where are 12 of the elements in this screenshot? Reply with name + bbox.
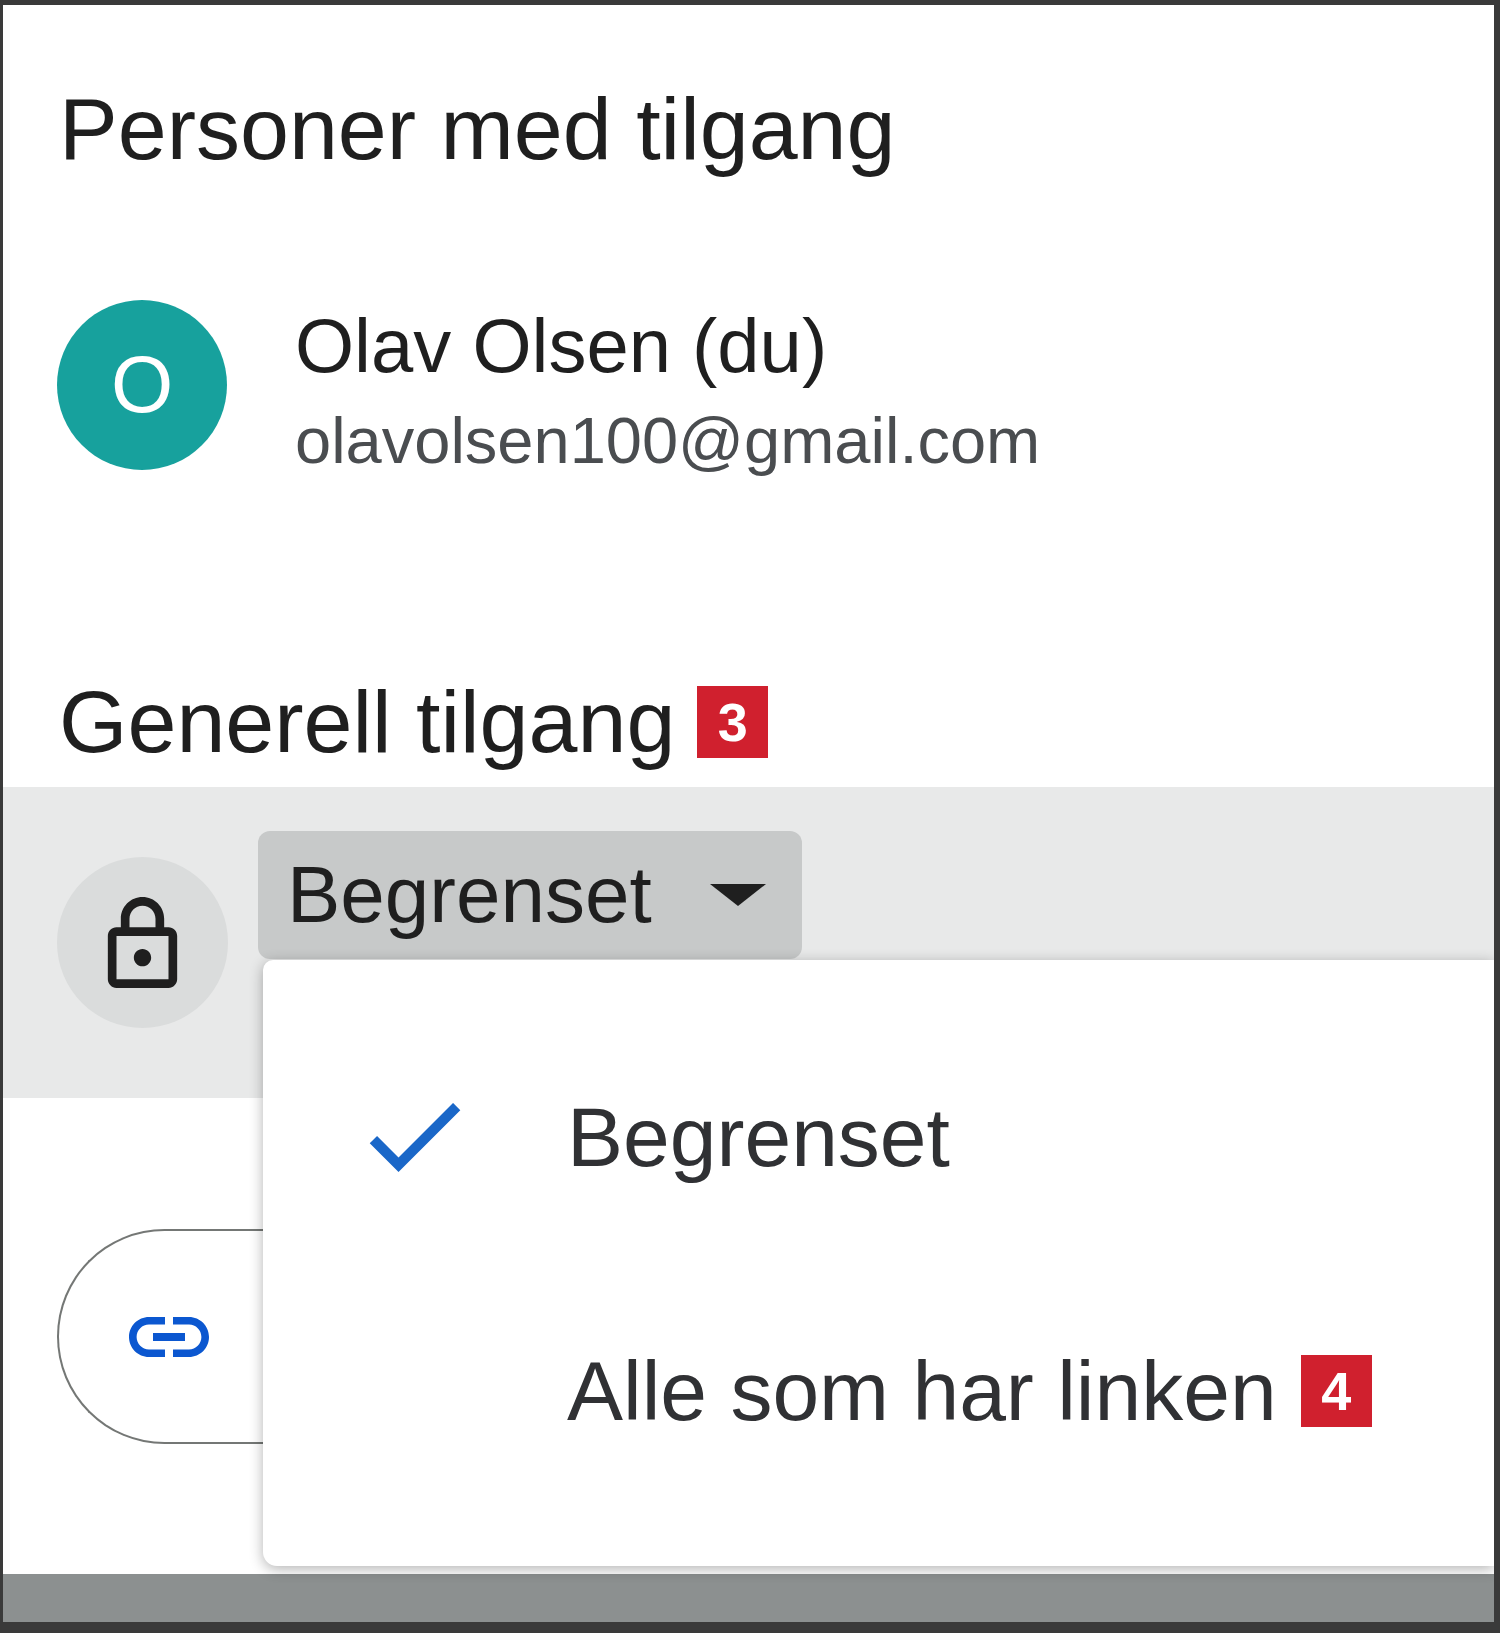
caret-icon (710, 884, 766, 907)
section-heading: Generell tilgang (59, 670, 676, 773)
section-heading: Personer med tilgang (59, 78, 896, 180)
menu-item[interactable]: Alle som har linken 4 (263, 1264, 1494, 1518)
menu-item[interactable]: Begrenset (263, 1010, 1494, 1264)
access-dropdown[interactable]: Begrenset (258, 831, 802, 960)
avatar: O (57, 299, 227, 470)
person-email: olavolsen100@gmail.com (295, 402, 1041, 479)
person-name: Olav Olsen (du) (295, 301, 828, 390)
callout-badge: 3 (697, 685, 769, 758)
callout-badge: 4 (1300, 1355, 1372, 1427)
link-icon (129, 1316, 209, 1357)
